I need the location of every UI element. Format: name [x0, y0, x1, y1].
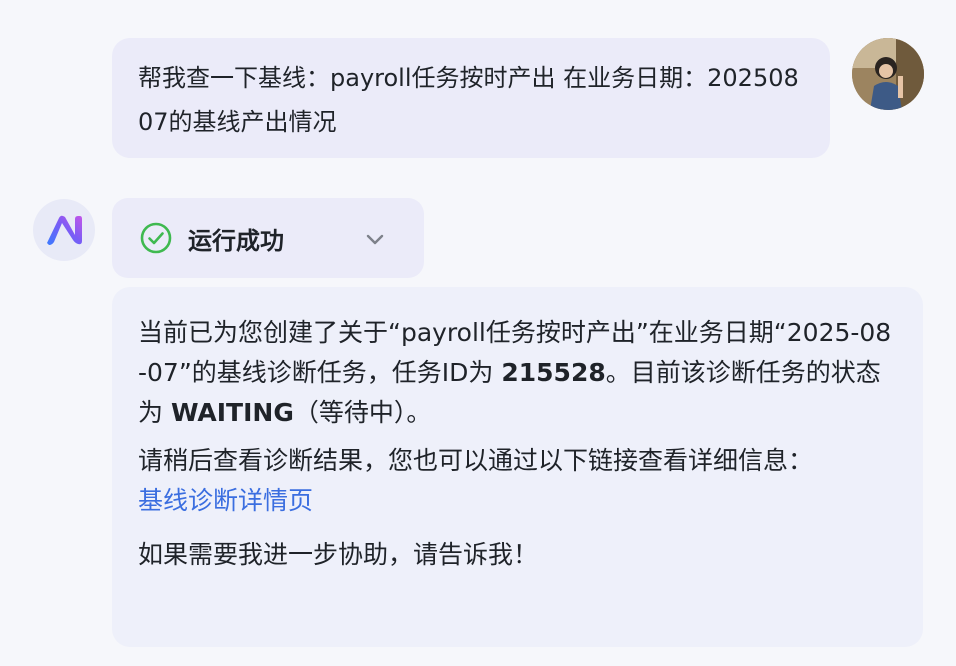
task-status: WAITING: [170, 398, 294, 427]
task-id: 215528: [501, 358, 606, 387]
answer-paragraph-2: 请稍后查看诊断结果，您也可以通过以下链接查看详细信息：: [138, 446, 814, 475]
chat-page: 帮我查一下基线：payroll任务按时产出 在业务日期：20250807的基线产…: [0, 0, 956, 666]
run-status-label: 运行成功: [188, 226, 284, 255]
answer-text: （等待中）。: [293, 398, 432, 427]
assistant-avatar: [33, 199, 95, 261]
baseline-diagnosis-detail-link[interactable]: 基线诊断详情页: [138, 481, 313, 521]
run-status-card[interactable]: 运行成功: [112, 198, 424, 278]
user-message-text: 帮我查一下基线：payroll任务按时产出 在业务日期：20250807的基线产…: [138, 64, 799, 136]
assistant-logo-icon: [47, 215, 82, 245]
user-avatar-image: [852, 38, 924, 110]
answer-paragraph-3: 如果需要我进一步协助，请告诉我！: [138, 540, 539, 569]
answer-paragraph-1: 当前已为您创建了关于“payroll任务按时产出”在业务日期“2025-08-0…: [138, 313, 893, 433]
user-message-bubble: 帮我查一下基线：payroll任务按时产出 在业务日期：20250807的基线产…: [112, 38, 830, 158]
assistant-answer-card: 当前已为您创建了关于“payroll任务按时产出”在业务日期“2025-08-0…: [112, 287, 923, 647]
check-circle-icon: [140, 222, 172, 254]
chevron-down-icon[interactable]: [362, 226, 388, 252]
user-avatar[interactable]: [852, 38, 924, 110]
detail-link-row: 基线诊断详情页: [138, 481, 893, 521]
